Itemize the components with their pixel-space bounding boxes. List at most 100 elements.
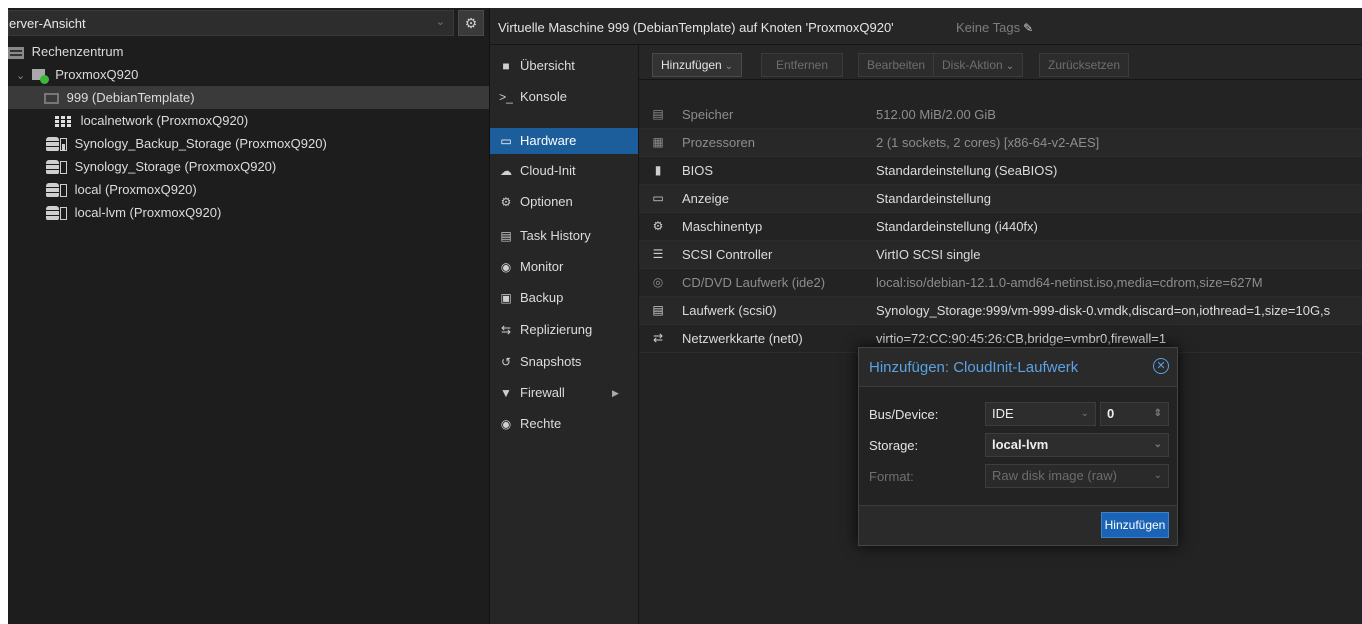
unlock-icon: ◉: [500, 417, 512, 431]
row-value: Synology_Storage:999/vm-999-disk-0.vmdk,…: [876, 303, 1331, 318]
add-submit-button[interactable]: Hinzufügen: [1101, 512, 1169, 538]
nav-item-snapshots[interactable]: ↺ Snapshots: [490, 349, 638, 375]
storage-usage-icon: [60, 184, 67, 198]
format-select[interactable]: Raw disk image (raw) ⌄: [985, 464, 1169, 488]
nav-item-console[interactable]: >_ Konsole: [490, 84, 638, 110]
server-rack-icon: [8, 46, 24, 59]
node-online-icon: [31, 68, 49, 84]
dialog-title: Hinzufügen: CloudInit-Laufwerk: [869, 359, 1079, 376]
disk-action-button[interactable]: Disk-Aktion ⌄: [933, 53, 1024, 77]
add-button[interactable]: Hinzufügen ⌄: [652, 53, 743, 77]
nav-item-monitor[interactable]: ◉ Monitor: [490, 254, 638, 280]
book-icon: ■: [502, 59, 510, 73]
tags-label: Keine Tags: [956, 20, 1021, 35]
tree-item-vm-999[interactable]: 999 (DebianTemplate): [8, 86, 489, 109]
tree-item-label: Synology_Storage (ProxmoxQ920): [74, 159, 277, 174]
page-title: Virtuelle Maschine 999 (DebianTemplate) …: [498, 20, 894, 35]
row-key: Prozessoren: [682, 135, 755, 150]
nav-item-backup[interactable]: ▣ Backup: [490, 285, 638, 311]
device-number-stepper[interactable]: 0 ⇕: [1100, 402, 1169, 426]
tree-item-local[interactable]: local (ProxmoxQ920): [8, 178, 489, 201]
resource-tree: Rechenzentrum ⌄ ProxmoxQ920 999 (DebianT…: [8, 40, 489, 224]
server-view-select[interactable]: erver-Ansicht ⌄: [8, 10, 454, 36]
tree-item-datacenter[interactable]: Rechenzentrum: [8, 40, 489, 63]
bus-select[interactable]: IDE ⌄: [985, 402, 1096, 426]
storage-select[interactable]: local-lvm ⌄: [985, 433, 1169, 457]
pencil-icon: ✎: [1023, 21, 1034, 35]
storage-label: Storage:: [869, 438, 919, 453]
row-key: CD/DVD Laufwerk (ide2): [682, 275, 826, 290]
revert-button[interactable]: Zurücksetzen: [1039, 53, 1130, 77]
database-icon: [46, 160, 59, 176]
nav-item-task-history[interactable]: ▤ Task History: [490, 223, 638, 249]
tree-item-localnetwork[interactable]: localnetwork (ProxmoxQ920): [8, 109, 489, 132]
gear-icon: ⚙: [464, 15, 478, 31]
shield-icon: ▼: [500, 386, 512, 400]
database-icon: ☰: [652, 247, 664, 261]
nav-item-permissions[interactable]: ◉ Rechte: [490, 411, 638, 437]
table-row[interactable]: ▤ Speicher 512.00 MiB/2.00 GiB: [639, 101, 1362, 129]
chevron-down-icon: ⌄: [1153, 439, 1162, 450]
bus-value: IDE: [992, 406, 1014, 421]
database-icon: [46, 137, 59, 153]
terminal-icon: >_: [499, 90, 513, 104]
table-row[interactable]: ▦ Prozessoren 2 (1 sockets, 2 cores) [x86-…: [639, 129, 1362, 157]
tree-item-label: local (ProxmoxQ920): [74, 182, 197, 197]
format-label: Format:: [869, 469, 914, 484]
row-value: Standardeinstellung (SeaBIOS): [876, 163, 1058, 178]
nav-item-hardware[interactable]: ▭ Hardware: [490, 128, 638, 154]
nav-item-replication[interactable]: ⇆ Replizierung: [490, 317, 638, 343]
tree-item-label: localnetwork (ProxmoxQ920): [80, 113, 249, 128]
tree-item-local-lvm[interactable]: local-lvm (ProxmoxQ920): [8, 201, 489, 224]
nav-item-label: Backup: [520, 290, 564, 305]
table-row[interactable]: ⚙ Maschinentyp Standardeinstellung (i440fx…: [639, 213, 1362, 241]
tree-item-synology-backup-storage[interactable]: Synology_Backup_Storage (ProxmoxQ920): [8, 132, 489, 155]
cdrom-icon: ◎: [652, 275, 664, 289]
row-value: 2 (1 sockets, 2 cores) [x86-64-v2-AES]: [876, 135, 1100, 150]
hardware-table: ▤ Speicher 512.00 MiB/2.00 GiB ▦ Prozessore…: [639, 101, 1362, 353]
resource-tree-panel: erver-Ansicht ⌄ ⚙ Rechenzentrum ⌄ Proxmo…: [8, 8, 490, 624]
history-icon: ↺: [500, 355, 512, 369]
tree-item-label: 999 (DebianTemplate): [66, 90, 195, 105]
nav-item-cloud-init[interactable]: ☁ Cloud-Init: [490, 158, 638, 184]
nav-item-label: Hardware: [520, 133, 577, 148]
remove-button[interactable]: Entfernen: [761, 53, 843, 77]
edit-button[interactable]: Bearbeiten: [858, 53, 935, 77]
row-key: Netzwerkkarte (net0): [682, 331, 803, 346]
table-row[interactable]: ▭ Anzeige Standardeinstellung: [639, 185, 1362, 213]
list-icon: ▤: [500, 229, 512, 243]
chevron-down-icon: ⌄: [435, 16, 445, 28]
spinner-arrows-icon: ⇕: [1153, 408, 1162, 419]
tree-item-label: local-lvm (ProxmoxQ920): [74, 205, 222, 220]
row-value: 512.00 MiB/2.00 GiB: [876, 107, 996, 122]
edit-button-label: Bearbeiten: [867, 58, 926, 72]
tree-settings-button[interactable]: ⚙: [458, 10, 484, 36]
tree-item-label: Rechenzentrum: [31, 44, 124, 59]
table-row[interactable]: ☰ SCSI Controller VirtIO SCSI single: [639, 241, 1362, 269]
cpu-icon: ▦: [652, 135, 664, 149]
nav-item-label: Cloud-Init: [520, 163, 576, 178]
nav-item-firewall[interactable]: ▼ Firewall ▶: [490, 380, 638, 406]
row-value: Standardeinstellung (i440fx): [876, 219, 1038, 234]
tags-edit[interactable]: Keine Tags ✎: [956, 20, 1033, 35]
display-icon: ▭: [652, 191, 664, 205]
table-row[interactable]: ▤ Laufwerk (scsi0) Synology_Storage:999/vm…: [639, 297, 1362, 325]
nav-item-overview[interactable]: ■ Übersicht: [490, 53, 638, 79]
table-row[interactable]: ▮ BIOS Standardeinstellung (SeaBIOS): [639, 157, 1362, 185]
storage-usage-icon: [60, 207, 67, 221]
nav-item-label: Snapshots: [520, 354, 582, 369]
remove-button-label: Entfernen: [775, 58, 829, 72]
nav-item-options[interactable]: ⚙ Optionen: [490, 189, 638, 215]
database-icon: [46, 183, 59, 199]
row-key: Anzeige: [682, 191, 729, 206]
close-button[interactable]: ✕: [1153, 358, 1169, 374]
row-key: Maschinentyp: [682, 219, 763, 234]
tree-item-synology-storage[interactable]: Synology_Storage (ProxmoxQ920): [8, 155, 489, 178]
retweet-icon: ⇆: [500, 323, 512, 337]
tree-item-node[interactable]: ⌄ ProxmoxQ920: [8, 63, 489, 86]
exchange-icon: ⇄: [652, 331, 664, 345]
nav-item-label: Rechte: [520, 416, 562, 431]
nav-item-label: Konsole: [520, 89, 567, 104]
row-key: SCSI Controller: [682, 247, 773, 262]
table-row[interactable]: ◎ CD/DVD Laufwerk (ide2) local:iso/debian-…: [639, 269, 1362, 297]
